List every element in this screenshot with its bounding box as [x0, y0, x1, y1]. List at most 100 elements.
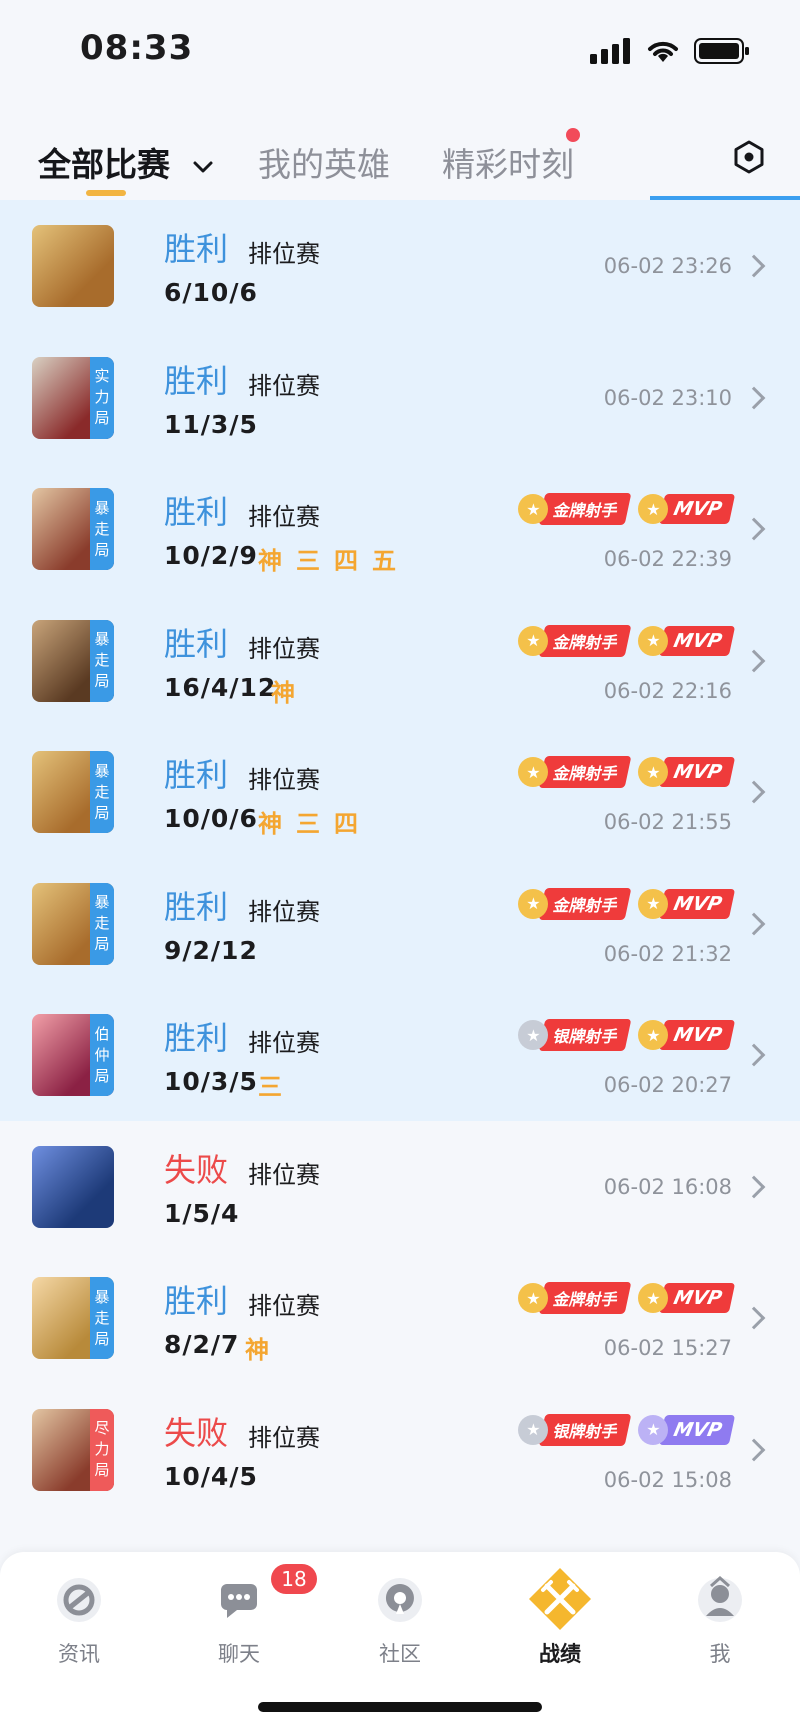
badge-label: 金牌射手 — [539, 756, 632, 788]
kda-stat: 11/3/5 — [164, 409, 258, 439]
mvp-badge: ★ MVP — [638, 494, 736, 524]
chevron-right-icon — [742, 386, 766, 409]
streak-mark: 神 — [258, 810, 282, 838]
match-result: 失败 — [164, 1413, 229, 1452]
hero-avatar: 伯仲局 — [32, 1014, 114, 1096]
shooter-badge: ★ 金牌射手 — [518, 1282, 632, 1314]
streak-mark: 三 — [296, 547, 320, 575]
match-type-tag: 暴走局 — [90, 619, 114, 702]
notification-dot — [566, 128, 580, 142]
hero-avatar: 暴走局 — [32, 619, 114, 702]
kda-stat: 1/5/4 — [164, 1198, 240, 1228]
achievement-badges: ★ 金牌射手 ★ MVP — [518, 756, 736, 788]
nav-chat[interactable]: 18 聊天 — [184, 1564, 317, 1668]
streak-mark: 神 — [245, 1336, 269, 1364]
signal-icon — [590, 38, 630, 64]
mvp-badge: ★ MVP — [638, 625, 736, 656]
kda-stat: 10/2/9 — [164, 541, 258, 570]
streak-mark: 四 — [334, 547, 358, 575]
match-mode: 排位赛 — [248, 240, 320, 268]
badge-label: 银牌射手 — [539, 1413, 632, 1446]
match-time: 06-02 23:26 — [603, 254, 732, 278]
match-mode: 排位赛 — [248, 766, 320, 794]
match-tabs: 全部比赛 我的英雄 精彩时刻 — [0, 100, 800, 200]
kda-stat: 10/0/6 — [164, 804, 258, 833]
match-row[interactable]: 暴走局 胜利 排位赛 10/0/6 神三四 ★ 金牌射手 ★ MVP 06-02 21:55 — [0, 726, 800, 858]
match-result: 胜利 — [164, 756, 229, 794]
match-time: 06-02 15:27 — [603, 1336, 732, 1360]
match-row[interactable]: 尽力局失败 排位赛 10/4/5 ★ 银牌射手 ★ MVP 06-02 15:08 — [0, 1383, 800, 1515]
active-tab-indicator — [86, 190, 126, 196]
medal-icon: ★ — [518, 625, 549, 656]
achievement-badges: ★ 金牌射手 ★ MVP — [518, 887, 736, 920]
kill-streaks: 神 — [245, 1330, 269, 1365]
mvp-medal-icon: ★ — [638, 1414, 669, 1445]
match-type-tag: 伯仲局 — [90, 1014, 114, 1096]
tab-highlights[interactable]: 精彩时刻 — [442, 138, 574, 186]
chevron-right-icon — [742, 1306, 766, 1330]
match-result: 胜利 — [164, 1282, 229, 1320]
chevron-right-icon — [742, 780, 766, 804]
status-icons — [590, 38, 750, 64]
match-row[interactable]: 伯仲局 胜利 排位赛 10/3/5 三 ★ 银牌射手 ★ MVP 06-02 20:27 — [0, 989, 800, 1121]
chevron-right-icon — [742, 254, 766, 278]
badge-label: MVP — [659, 1020, 736, 1050]
mvp-badge: ★ MVP — [638, 888, 736, 919]
tab-all-matches[interactable]: 全部比赛 — [38, 138, 214, 186]
nav-label: 我 — [709, 1642, 731, 1666]
match-row[interactable]: 暴走局胜利 排位赛 16/4/12 神 ★ 金牌射手 ★ MVP 06-02 22:16 — [0, 594, 800, 726]
hero-avatar: 尽力局 — [32, 1408, 114, 1491]
nav-battle-record[interactable]: 战绩 — [505, 1568, 615, 1668]
kda-stat: 10/4/5 — [164, 1461, 258, 1491]
home-indicator — [258, 1702, 542, 1712]
match-mode: 排位赛 — [248, 897, 320, 926]
match-mode: 排位赛 — [248, 371, 320, 400]
kda-stat: 8/2/7 — [164, 1330, 240, 1359]
match-result: 失败 — [164, 1150, 229, 1189]
match-time: 06-02 21:32 — [603, 941, 732, 966]
mvp-badge: ★ MVP — [638, 1283, 736, 1313]
chevron-right-icon — [742, 1043, 766, 1067]
wifi-icon — [648, 41, 678, 62]
chevron-right-icon — [742, 912, 766, 935]
shooter-badge: ★ 金牌射手 — [518, 887, 632, 920]
unread-badge: 18 — [271, 1564, 317, 1594]
match-mode: 排位赛 — [248, 1029, 320, 1057]
tab-label: 全部比赛 — [38, 145, 170, 184]
kill-streaks: 三 — [258, 1067, 282, 1102]
match-row[interactable]: 暴走局胜利 排位赛 9/2/12 ★ 金牌射手 ★ MVP 06-02 21:32 — [0, 857, 800, 989]
hero-avatar — [32, 1145, 114, 1228]
nav-community[interactable]: 社区 — [345, 1572, 455, 1668]
nav-label: 社区 — [379, 1642, 421, 1666]
match-row[interactable]: 暴走局 胜利 排位赛 10/2/9 神三四五 ★ 金牌射手 ★ MVP 06-02 22:39 — [0, 463, 800, 595]
streak-mark: 神 — [271, 678, 295, 707]
match-time: 06-02 22:39 — [603, 547, 732, 571]
match-row[interactable]: 暴走局 胜利 排位赛 8/2/7 神 ★ 金牌射手 ★ MVP 06-02 15:27 — [0, 1252, 800, 1384]
match-list: 胜利 排位赛 6/10/6 06-02 23:26 实力局胜利 排位赛 11/3/5 06-0… — [0, 200, 800, 1515]
nav-news[interactable]: 资讯 — [24, 1572, 134, 1668]
kda-stat: 9/2/12 — [164, 935, 258, 965]
badge-label: MVP — [659, 625, 736, 656]
nav-label: 聊天 — [218, 1642, 260, 1666]
match-type-tag: 暴走局 — [90, 1277, 114, 1359]
nav-profile[interactable]: 我 — [665, 1572, 775, 1668]
match-result: 胜利 — [164, 493, 229, 531]
match-time: 06-02 15:08 — [603, 1467, 732, 1492]
achievement-badges: ★ 银牌射手 ★ MVP — [518, 1413, 736, 1446]
kill-streaks: 神三四五 — [258, 541, 396, 576]
match-row[interactable]: 失败 排位赛 1/5/4 06-02 16:08 — [0, 1120, 800, 1252]
match-result: 胜利 — [164, 1019, 229, 1057]
match-mode: 排位赛 — [248, 1292, 320, 1320]
match-result: 胜利 — [164, 230, 229, 268]
match-row[interactable]: 胜利 排位赛 6/10/6 06-02 23:26 — [0, 200, 800, 332]
settings-icon[interactable] — [732, 140, 766, 174]
match-row[interactable]: 实力局 胜利 排位赛 11/3/5 06-02 23:10 — [0, 331, 800, 463]
nav-label: 资讯 — [58, 1642, 100, 1666]
badge-label: MVP — [659, 888, 736, 919]
status-time: 08:33 — [80, 28, 194, 68]
mvp-medal-icon: ★ — [638, 888, 669, 919]
tab-my-heroes[interactable]: 我的英雄 — [258, 138, 390, 186]
hero-avatar: 暴走局 — [32, 488, 114, 570]
match-type-tag: 暴走局 — [90, 751, 114, 833]
badge-label: MVP — [659, 1414, 736, 1445]
